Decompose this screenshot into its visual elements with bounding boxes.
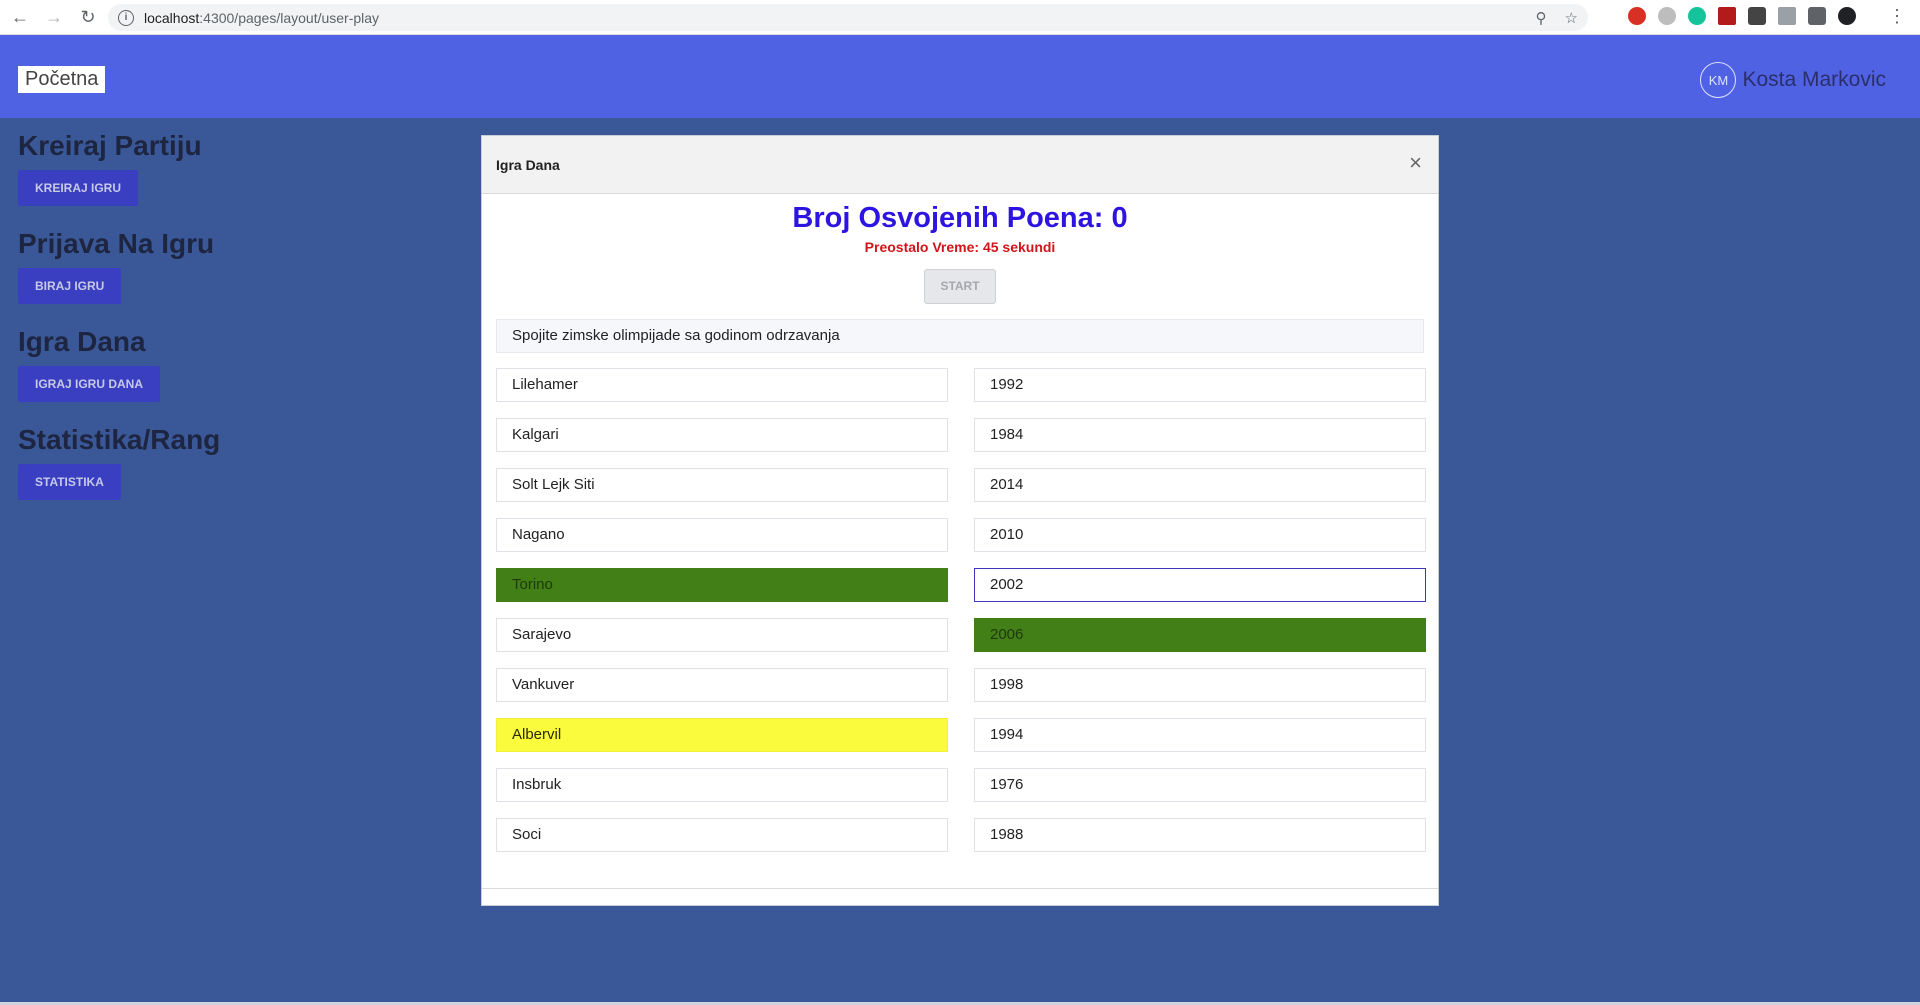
reload-icon[interactable]: ↻ [74, 3, 102, 31]
section-title-prijava: Prijava Na Igru [18, 228, 215, 259]
pdf-icon[interactable] [1718, 7, 1736, 25]
right-item[interactable]: 2014 [974, 468, 1426, 502]
right-item[interactable]: 1994 [974, 718, 1426, 752]
close-icon[interactable]: × [1409, 150, 1422, 176]
extension-icon-gray[interactable] [1658, 7, 1676, 25]
browser-toolbar: ← → ↻ i localhost:4300/pages/layout/user… [0, 0, 1920, 35]
game-modal: Igra Dana × Broj Osvojenih Poena: 0 Preo… [481, 135, 1439, 906]
pairs-grid: Lilehamer 1992 Kalgari 1984 Solt Lejk Si… [496, 368, 1426, 852]
right-item[interactable]: 1998 [974, 668, 1426, 702]
back-arrow-icon[interactable]: ← [6, 3, 34, 31]
more-menu-icon[interactable]: ⋮ [1888, 6, 1906, 27]
section-title-statistika: Statistika/Rang [18, 424, 221, 455]
modal-header: Igra Dana × [482, 136, 1438, 194]
create-game-button[interactable]: KREIRAJ IGRU [18, 170, 139, 206]
right-item-matched[interactable]: 2006 [974, 618, 1426, 652]
address-bar[interactable]: i localhost:4300/pages/layout/user-play … [108, 4, 1588, 31]
left-item[interactable]: Kalgari [496, 418, 948, 452]
right-item-focused[interactable]: 2002 [974, 568, 1426, 602]
puzzle-icon[interactable] [1808, 7, 1826, 25]
timer-text: Preostalo Vreme: 45 sekundi [864, 239, 1056, 255]
bookmark-star-icon[interactable]: ☆ [1565, 9, 1578, 27]
left-item[interactable]: Solt Lejk Siti [496, 468, 948, 502]
url-host: localhost [144, 9, 200, 26]
extension-icon-v[interactable] [1778, 7, 1796, 25]
right-item[interactable]: 2010 [974, 518, 1426, 552]
user-name[interactable]: Kosta Markovic [1742, 68, 1886, 92]
question-text: Spojite zimske olimpijade sa godinom odr… [496, 319, 1424, 353]
profile-icon[interactable] [1838, 7, 1856, 25]
extensions-area [1628, 7, 1856, 25]
section-title-igra-dana: Igra Dana [18, 326, 146, 357]
home-link[interactable]: Početna [18, 66, 106, 93]
start-button[interactable]: START [924, 269, 996, 304]
grammarly-icon[interactable] [1688, 7, 1706, 25]
statistics-button[interactable]: STATISTIKA [18, 464, 121, 500]
right-item[interactable]: 1976 [974, 768, 1426, 802]
left-item-selected[interactable]: Albervil [496, 718, 948, 752]
left-item[interactable]: Insbruk [496, 768, 948, 802]
play-daily-game-button[interactable]: IGRAJ IGRU DANA [18, 366, 161, 402]
right-item[interactable]: 1988 [974, 818, 1426, 852]
section-title-kreiraj: Kreiraj Partiju [18, 130, 202, 161]
left-item[interactable]: Sarajevo [496, 618, 948, 652]
user-menu[interactable]: KM Kosta Markovic [1700, 62, 1886, 98]
choose-game-button[interactable]: BIRAJ IGRU [18, 268, 122, 304]
url-path: :4300/pages/layout/user-play [199, 9, 380, 26]
url-text: localhost:4300/pages/layout/user-play [144, 10, 379, 26]
right-item[interactable]: 1984 [974, 418, 1426, 452]
forward-arrow-icon[interactable]: → [40, 3, 68, 31]
right-item[interactable]: 1992 [974, 368, 1426, 402]
left-item-matched[interactable]: Torino [496, 568, 948, 602]
left-item[interactable]: Lilehamer [496, 368, 948, 402]
extension-icon-dark[interactable] [1748, 7, 1766, 25]
sidebar: Kreiraj Partiju KREIRAJ IGRU Prijava Na … [18, 130, 220, 522]
left-item[interactable]: Vankuver [496, 668, 948, 702]
site-info-icon[interactable]: i [118, 9, 134, 26]
left-item[interactable]: Soci [496, 818, 948, 852]
left-item[interactable]: Nagano [496, 518, 948, 552]
score-text: Broj Osvojenih Poena: 0 [792, 202, 1128, 234]
app-header: Početna KM Kosta Markovic [0, 35, 1920, 118]
avatar[interactable]: KM [1700, 62, 1737, 98]
extension-icon-red[interactable] [1628, 7, 1646, 25]
modal-title: Igra Dana [496, 157, 560, 173]
zoom-icon[interactable]: ⚲ [1536, 9, 1547, 27]
modal-footer [482, 888, 1438, 889]
